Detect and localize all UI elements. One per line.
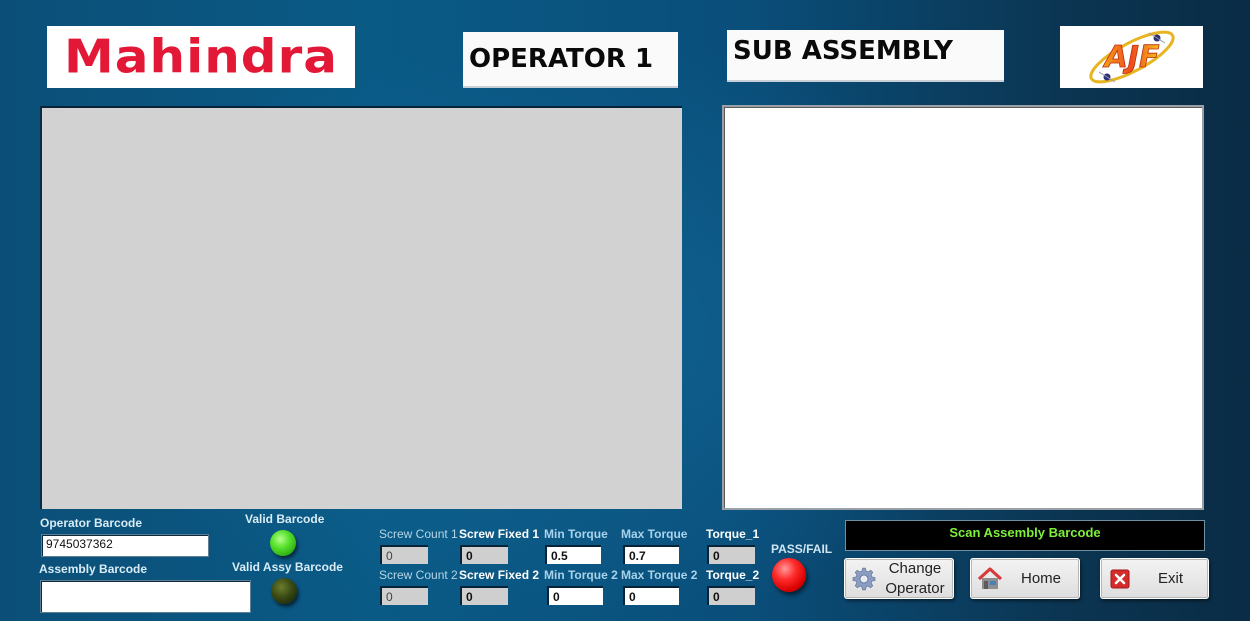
change-operator-label-line2: Operator <box>885 579 945 597</box>
mahindra-logo-text: Mahindra <box>63 30 338 84</box>
torque-2-field: 0 <box>707 586 755 605</box>
screw-fixed-2-field: 0 <box>460 586 508 605</box>
max-torque-2-label: Max Torque 2 <box>621 568 698 582</box>
min-torque-1-label: Min Torque <box>544 527 608 541</box>
torque-1-field: 0 <box>707 545 755 564</box>
home-button[interactable]: Home <box>970 558 1080 599</box>
torque-2-label: Torque_2 <box>706 568 760 582</box>
screw-fixed-1-field: 0 <box>460 545 508 564</box>
screw-count-1-label: Screw Count 1 <box>379 527 458 541</box>
pass-fail-led <box>772 558 806 592</box>
screw-fixed-2-label: Screw Fixed 2 <box>459 568 540 582</box>
mahindra-logo: Mahindra <box>47 26 355 88</box>
screw-fixed-1-label: Screw Fixed 1 <box>459 527 540 541</box>
exit-button[interactable]: Exit <box>1100 558 1209 599</box>
ajf-logo-text: AJF <box>1102 40 1159 75</box>
screw-count-2-label: Screw Count 2 <box>379 568 458 582</box>
valid-barcode-led <box>270 530 296 556</box>
assembly-barcode-label: Assembly Barcode <box>39 562 148 576</box>
max-torque-2-input[interactable]: 0 <box>623 586 679 605</box>
change-operator-label-line1: Change <box>888 559 942 577</box>
change-operator-button[interactable]: Change Operator <box>844 558 954 599</box>
home-label: Home <box>1020 569 1061 587</box>
screw-count-1-field: 0 <box>380 545 428 564</box>
ajf-logo: AJF <box>1060 26 1203 88</box>
change-operator-label: Change Operator <box>877 559 953 599</box>
station-title: SUB ASSEMBLY <box>727 30 1004 82</box>
operator-barcode-input[interactable]: 9745037362 <box>41 534 209 557</box>
valid-barcode-label: Valid Barcode <box>245 512 325 526</box>
assembly-barcode-input[interactable] <box>40 580 251 613</box>
camera-image-panel <box>40 106 682 509</box>
screw-count-2-field: 0 <box>380 586 428 605</box>
valid-assy-barcode-label: Valid Assy Barcode <box>232 560 343 574</box>
torque-1-label: Torque_1 <box>706 527 760 541</box>
max-torque-1-label: Max Torque <box>621 527 688 541</box>
pass-fail-label: PASS/FAIL <box>771 542 833 556</box>
gear-icon <box>851 566 877 592</box>
status-message: Scan Assembly Barcode <box>845 520 1205 551</box>
ajf-logo-icon: AJF <box>1088 30 1175 84</box>
min-torque-1-input[interactable]: 0.5 <box>545 545 601 564</box>
min-torque-2-label: Min Torque 2 <box>544 568 618 582</box>
assembly-image-panel <box>722 105 1204 510</box>
valid-assy-barcode-led <box>271 578 297 604</box>
min-torque-2-input[interactable]: 0 <box>547 586 603 605</box>
home-icon <box>977 566 1003 592</box>
operator-barcode-label: Operator Barcode <box>40 516 143 530</box>
operator-title: OPERATOR 1 <box>463 32 678 88</box>
close-icon <box>1107 566 1133 592</box>
max-torque-1-input[interactable]: 0.7 <box>623 545 679 564</box>
exit-label: Exit <box>1157 569 1183 587</box>
